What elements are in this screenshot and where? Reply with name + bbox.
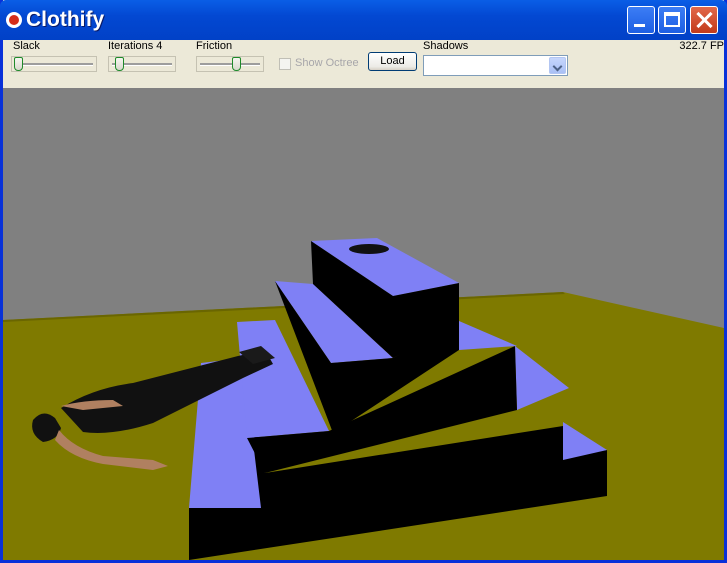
scene-render <box>3 88 724 560</box>
maximize-icon[interactable] <box>658 6 686 34</box>
slack-label: Slack <box>13 40 40 52</box>
shadows-label: Shadows <box>423 40 469 52</box>
3d-viewport[interactable] <box>3 88 724 560</box>
iterations-slider[interactable] <box>108 56 176 72</box>
app-icon[interactable] <box>6 12 22 28</box>
slack-slider-thumb[interactable] <box>14 57 23 71</box>
friction-slider[interactable] <box>196 56 264 72</box>
fps-counter: 322.7 FP <box>679 40 724 52</box>
chevron-down-icon[interactable] <box>549 57 566 74</box>
window-title: Clothify <box>26 8 105 31</box>
title-bar[interactable]: Clothify <box>0 0 727 40</box>
fallen-cloth <box>349 244 389 254</box>
friction-label: Friction <box>196 40 233 52</box>
iterations-label: Iterations 4 <box>108 40 163 52</box>
shadows-select[interactable] <box>423 55 568 76</box>
close-icon[interactable] <box>690 6 718 34</box>
minimize-icon[interactable] <box>627 6 655 34</box>
iterations-slider-thumb[interactable] <box>115 57 124 71</box>
load-button[interactable]: Load <box>368 52 417 71</box>
show-octree-label: Show Octree <box>295 57 359 69</box>
toolbar: Slack Iterations 4 Friction Show Octree … <box>3 40 724 88</box>
slack-slider[interactable] <box>11 56 97 72</box>
show-octree-checkbox[interactable] <box>279 58 291 70</box>
app-window: Clothify Slack Iterations 4 Friction Sho… <box>0 0 727 563</box>
friction-slider-thumb[interactable] <box>232 57 241 71</box>
